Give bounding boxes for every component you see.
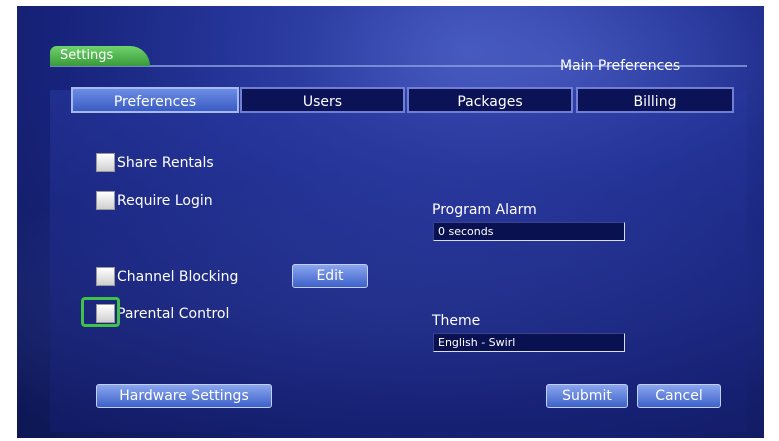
tab-users[interactable]: Users — [240, 87, 405, 113]
section-title: Main Preferences — [560, 58, 681, 74]
hardware-settings-button[interactable]: Hardware Settings — [96, 384, 272, 408]
share-rentals-label: Share Rentals — [117, 154, 214, 171]
channel-blocking-option[interactable]: Channel Blocking — [96, 267, 238, 286]
tab-billing[interactable]: Billing — [576, 87, 734, 113]
edit-button[interactable]: Edit — [292, 264, 368, 288]
parental-control-label: Parental Control — [117, 305, 230, 322]
settings-tab: Settings — [50, 46, 150, 66]
require-login-label: Require Login — [117, 192, 213, 209]
theme-label: Theme — [432, 313, 481, 329]
tab-packages[interactable]: Packages — [407, 87, 573, 113]
share-rentals-option[interactable]: Share Rentals — [96, 153, 214, 172]
channel-blocking-label: Channel Blocking — [117, 268, 239, 285]
tab-preferences[interactable]: Preferences — [71, 87, 239, 113]
channel-blocking-checkbox[interactable] — [96, 267, 115, 286]
submit-button[interactable]: Submit — [546, 384, 628, 408]
require-login-checkbox[interactable] — [96, 191, 115, 210]
cancel-button[interactable]: Cancel — [637, 384, 721, 408]
program-alarm-label: Program Alarm — [432, 202, 537, 218]
preferences-panel — [50, 90, 747, 432]
program-alarm-field[interactable]: 0 seconds — [433, 222, 625, 241]
theme-field[interactable]: English - Swirl — [433, 333, 625, 352]
require-login-option[interactable]: Require Login — [96, 191, 213, 210]
share-rentals-checkbox[interactable] — [96, 153, 115, 172]
focus-highlight — [81, 297, 120, 327]
